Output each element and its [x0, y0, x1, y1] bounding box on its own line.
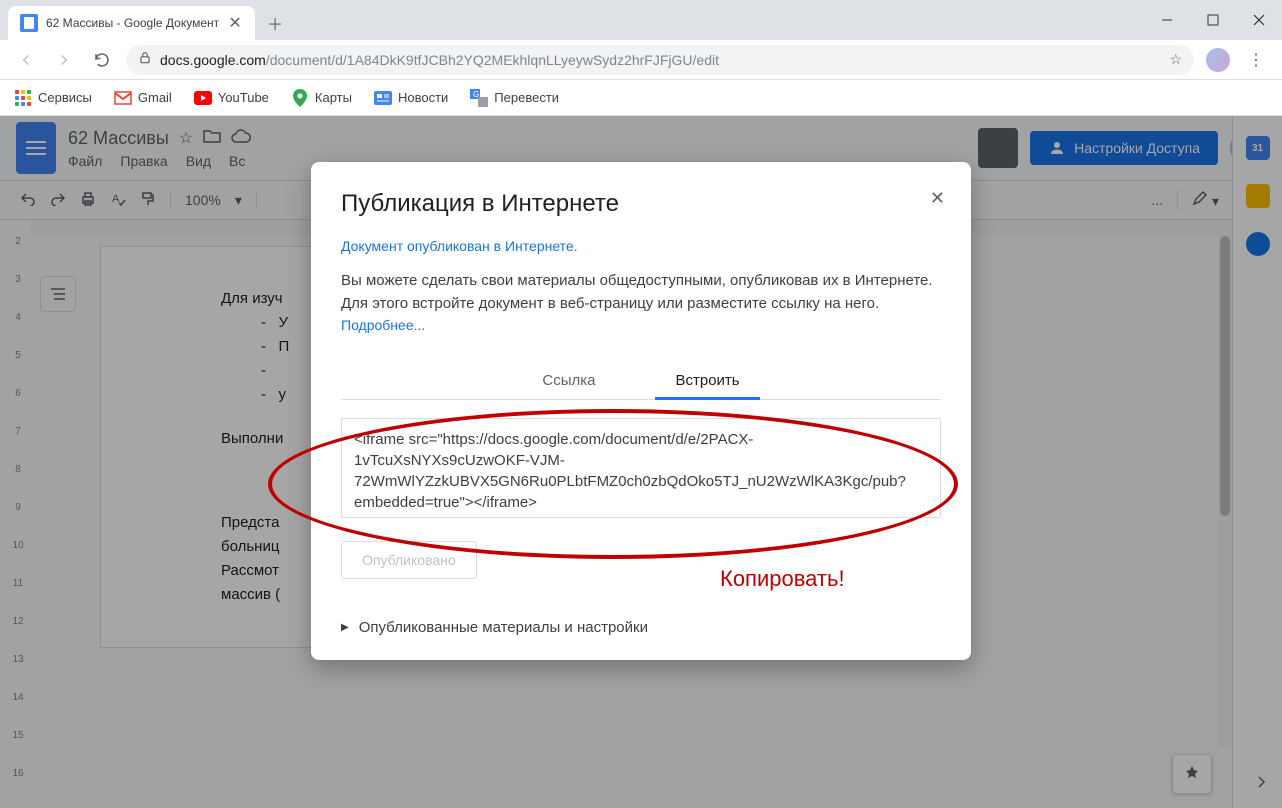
modal-close-button[interactable]: ✕	[930, 188, 945, 209]
bookmark-translate[interactable]: G Перевести	[470, 89, 559, 107]
browser-tab[interactable]: 62 Массивы - Google Документ ✕	[8, 6, 255, 40]
bookmark-label: Gmail	[138, 90, 172, 105]
bookmark-label: Новости	[398, 90, 448, 105]
bookmark-star-icon[interactable]: ☆	[1169, 51, 1182, 68]
apps-grid-icon	[14, 89, 32, 107]
reload-button[interactable]	[88, 46, 116, 74]
tab-embed[interactable]: Встроить	[655, 362, 759, 399]
modal-settings-toggle[interactable]: ▶ Опубликованные материалы и настройки	[341, 619, 941, 636]
learn-more-link[interactable]: Подробнее...	[341, 317, 425, 333]
docs-favicon-icon	[20, 14, 38, 32]
triangle-right-icon: ▶	[341, 622, 349, 633]
news-icon	[374, 89, 392, 107]
bookmark-label: Перевести	[494, 90, 559, 105]
publish-modal: Публикация в Интернете ✕ Документ опубли…	[311, 162, 971, 660]
maps-icon	[291, 89, 309, 107]
modal-description: Вы можете сделать свои материалы общедос…	[341, 270, 941, 338]
svg-text:G: G	[473, 90, 479, 99]
modal-published-link[interactable]: Документ опубликован в Интернете.	[341, 238, 578, 254]
bookmark-label: YouTube	[218, 90, 269, 105]
tab-close-button[interactable]: ✕	[227, 15, 243, 31]
modal-footer-label: Опубликованные материалы и настройки	[359, 619, 648, 636]
gmail-icon	[114, 89, 132, 107]
tab-title: 62 Массивы - Google Документ	[46, 16, 219, 30]
modal-tabs: Ссылка Встроить	[341, 362, 941, 400]
minimize-button[interactable]	[1144, 0, 1190, 40]
bookmark-news[interactable]: Новости	[374, 89, 448, 107]
profile-avatar[interactable]	[1204, 46, 1232, 74]
modal-title: Публикация в Интернете	[341, 190, 941, 218]
bookmark-label: Сервисы	[38, 90, 92, 105]
docs-area: 62 Массивы ☆ Файл Правка Вид Вс Настройк…	[0, 116, 1282, 808]
tab-link[interactable]: Ссылка	[522, 362, 615, 399]
window-controls	[1144, 0, 1282, 40]
chrome-menu-button[interactable]: ⋮	[1242, 50, 1270, 70]
bookmarks-bar: Сервисы Gmail YouTube Карты Новости G Пе…	[0, 80, 1282, 116]
lock-icon	[138, 51, 152, 68]
back-button[interactable]	[12, 46, 40, 74]
bookmark-apps[interactable]: Сервисы	[14, 89, 92, 107]
bookmark-label: Карты	[315, 90, 352, 105]
youtube-icon	[194, 89, 212, 107]
forward-button[interactable]	[50, 46, 78, 74]
bookmark-gmail[interactable]: Gmail	[114, 89, 172, 107]
bookmark-maps[interactable]: Карты	[291, 89, 352, 107]
url-text: docs.google.com/document/d/1A84DkK9tfJCB…	[160, 52, 1161, 68]
browser-tab-bar: 62 Массивы - Google Документ ✕ ＋	[0, 0, 1282, 40]
translate-icon: G	[470, 89, 488, 107]
close-window-button[interactable]	[1236, 0, 1282, 40]
new-tab-button[interactable]: ＋	[261, 9, 289, 37]
embed-code-textarea[interactable]	[341, 418, 941, 518]
bookmark-youtube[interactable]: YouTube	[194, 89, 269, 107]
url-box[interactable]: docs.google.com/document/d/1A84DkK9tfJCB…	[126, 45, 1194, 75]
address-bar: docs.google.com/document/d/1A84DkK9tfJCB…	[0, 40, 1282, 80]
published-button: Опубликовано	[341, 541, 477, 579]
maximize-button[interactable]	[1190, 0, 1236, 40]
